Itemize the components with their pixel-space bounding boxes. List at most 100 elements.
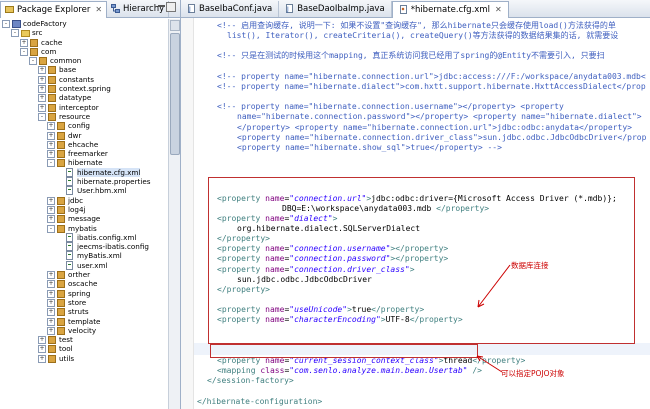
tree-item[interactable]: + velocity	[0, 326, 168, 335]
expand-icon[interactable]: +	[38, 94, 46, 103]
expand-icon[interactable]: +	[47, 289, 55, 298]
tree-item[interactable]: - resource	[0, 112, 168, 121]
expand-icon[interactable]: +	[47, 150, 55, 159]
tree-item[interactable]: + ehcache	[0, 140, 168, 149]
mapping-highlight-box	[210, 344, 478, 358]
code-token: </session-factory>	[207, 376, 294, 386]
tree-item[interactable]: + struts	[0, 307, 168, 317]
tree-item[interactable]: hibernate.cfg.xml	[0, 167, 168, 178]
expand-icon[interactable]: +	[47, 298, 55, 307]
code-token: </hibernate-configuration>	[197, 396, 323, 406]
tree-item[interactable]: user.xml	[0, 260, 168, 270]
code-token: <mapping	[217, 366, 261, 376]
tab-hibernate-cfg[interactable]: *hibernate.cfg.xml ✕	[391, 0, 509, 18]
tree-item[interactable]: ibatis.config.xml	[0, 232, 168, 242]
tree-item[interactable]: + dwr	[0, 131, 168, 140]
tree-item[interactable]: + datatype	[0, 93, 168, 103]
tree-item[interactable]: + store	[0, 298, 168, 307]
expand-icon[interactable]: +	[47, 122, 55, 131]
close-icon[interactable]: ✕	[95, 5, 102, 14]
expand-icon[interactable]: +	[47, 280, 55, 289]
tree-item[interactable]: - hibernate	[0, 158, 168, 168]
tree-item[interactable]: - src	[0, 28, 168, 38]
tree-item-label: jeecms-ibatis.config	[77, 242, 149, 252]
tree-item-label: common	[50, 56, 82, 66]
tree-item[interactable]: - com	[0, 47, 168, 56]
tree-item[interactable]: + config	[0, 121, 168, 131]
tree-item[interactable]: + orther	[0, 270, 168, 280]
tree-item[interactable]: + spring	[0, 289, 168, 298]
tree-item[interactable]: - common	[0, 56, 168, 66]
package-icon	[30, 38, 38, 47]
collapse-icon[interactable]: -	[29, 57, 37, 66]
expand-icon[interactable]: +	[38, 336, 46, 345]
db-connection-annotation: 数据库连接	[511, 261, 549, 270]
scrollbar-thumb[interactable]	[170, 33, 180, 155]
collapse-icon[interactable]: -	[2, 20, 10, 28]
tree-item[interactable]: + template	[0, 317, 168, 326]
expand-icon[interactable]: +	[20, 38, 28, 47]
expand-icon[interactable]: +	[47, 196, 55, 205]
tree-item[interactable]: + constants	[0, 75, 168, 84]
code-token: <!-- property name="hibernate.connection…	[217, 102, 564, 112]
package-tree[interactable]: - codeFactory - src + cache - com - common + base + c…	[0, 19, 168, 409]
collapse-icon[interactable]: -	[20, 47, 28, 56]
package-icon	[57, 122, 65, 131]
expand-icon[interactable]: +	[47, 271, 55, 280]
tree-item-label: orther	[68, 270, 91, 280]
tree-item[interactable]: + test	[0, 335, 168, 345]
collapse-icon[interactable]: -	[11, 29, 19, 38]
tree-item[interactable]: hibernate.properties	[0, 177, 168, 187]
code-line: <!-- 只是在测试的时候用这个mapping, 真正系统访问我已经用了spri…	[217, 51, 605, 61]
tab-hierarchy[interactable]: Hierarchy	[107, 0, 170, 17]
maximize-icon[interactable]	[166, 2, 176, 12]
expand-icon[interactable]: +	[47, 317, 55, 326]
tab-label: Package Explorer	[17, 4, 91, 15]
tab-package-explorer[interactable]: Package Explorer ✕	[0, 0, 108, 18]
code-line: <!-- 启用查询缓存, 说明一下: 如果不设置"查询缓存", 那么hibern…	[217, 21, 616, 31]
tree-item[interactable]: jeecms-ibatis.config	[0, 242, 168, 252]
tree-item[interactable]: myBatis.xml	[0, 251, 168, 261]
db-connection-highlight-box	[208, 177, 635, 344]
close-icon[interactable]: ✕	[495, 5, 502, 14]
expand-icon[interactable]: +	[38, 345, 46, 354]
explorer-scrollbar[interactable]	[168, 19, 180, 409]
collapse-icon[interactable]: -	[38, 112, 46, 121]
tree-item[interactable]: + cache	[0, 38, 168, 47]
tree-item[interactable]: - mybatis	[0, 224, 168, 233]
tree-item[interactable]: + context.spring	[0, 84, 168, 94]
tree-item[interactable]: - codeFactory	[0, 19, 168, 28]
tree-item[interactable]: + jdbc	[0, 196, 168, 205]
expand-icon[interactable]: +	[38, 66, 46, 75]
expand-icon[interactable]: +	[47, 205, 55, 214]
tree-item[interactable]: + log4j	[0, 205, 168, 214]
expand-icon[interactable]: +	[47, 308, 55, 317]
editor-area: J BaseIbaConf.java J BaseDaoIbaImp.java …	[181, 0, 650, 409]
scroll-up-arrow-icon[interactable]	[170, 20, 180, 31]
package-icon	[57, 289, 65, 298]
expand-icon[interactable]: +	[38, 75, 46, 84]
tree-item[interactable]: + oscache	[0, 279, 168, 289]
expand-icon[interactable]: +	[38, 354, 46, 363]
package-icon	[48, 94, 56, 103]
tree-item-label: dwr	[68, 130, 82, 140]
expand-icon[interactable]: +	[47, 326, 55, 335]
tree-item[interactable]: + utils	[0, 354, 168, 363]
expand-icon[interactable]: +	[47, 140, 55, 149]
package-icon	[57, 224, 65, 233]
tree-item[interactable]: + freemarker	[0, 149, 168, 159]
expand-icon[interactable]: +	[38, 85, 46, 94]
minimize-icon[interactable]	[158, 5, 165, 7]
expand-icon[interactable]: +	[47, 131, 55, 140]
expand-icon[interactable]: +	[47, 215, 55, 224]
collapse-icon[interactable]: -	[47, 159, 55, 168]
tree-item[interactable]: + base	[0, 65, 168, 75]
tree-item[interactable]: + interceptor	[0, 103, 168, 112]
tab-baseibaconf[interactable]: J BaseIbaConf.java	[181, 0, 280, 17]
tab-basedaoibaimp[interactable]: J BaseDaoIbaImp.java	[279, 0, 392, 17]
tree-item[interactable]: User.hbm.xml	[0, 186, 168, 196]
tree-item[interactable]: + message	[0, 214, 168, 224]
expand-icon[interactable]: +	[38, 103, 46, 112]
collapse-icon[interactable]: -	[47, 224, 55, 233]
tree-item[interactable]: + tool	[0, 344, 168, 354]
